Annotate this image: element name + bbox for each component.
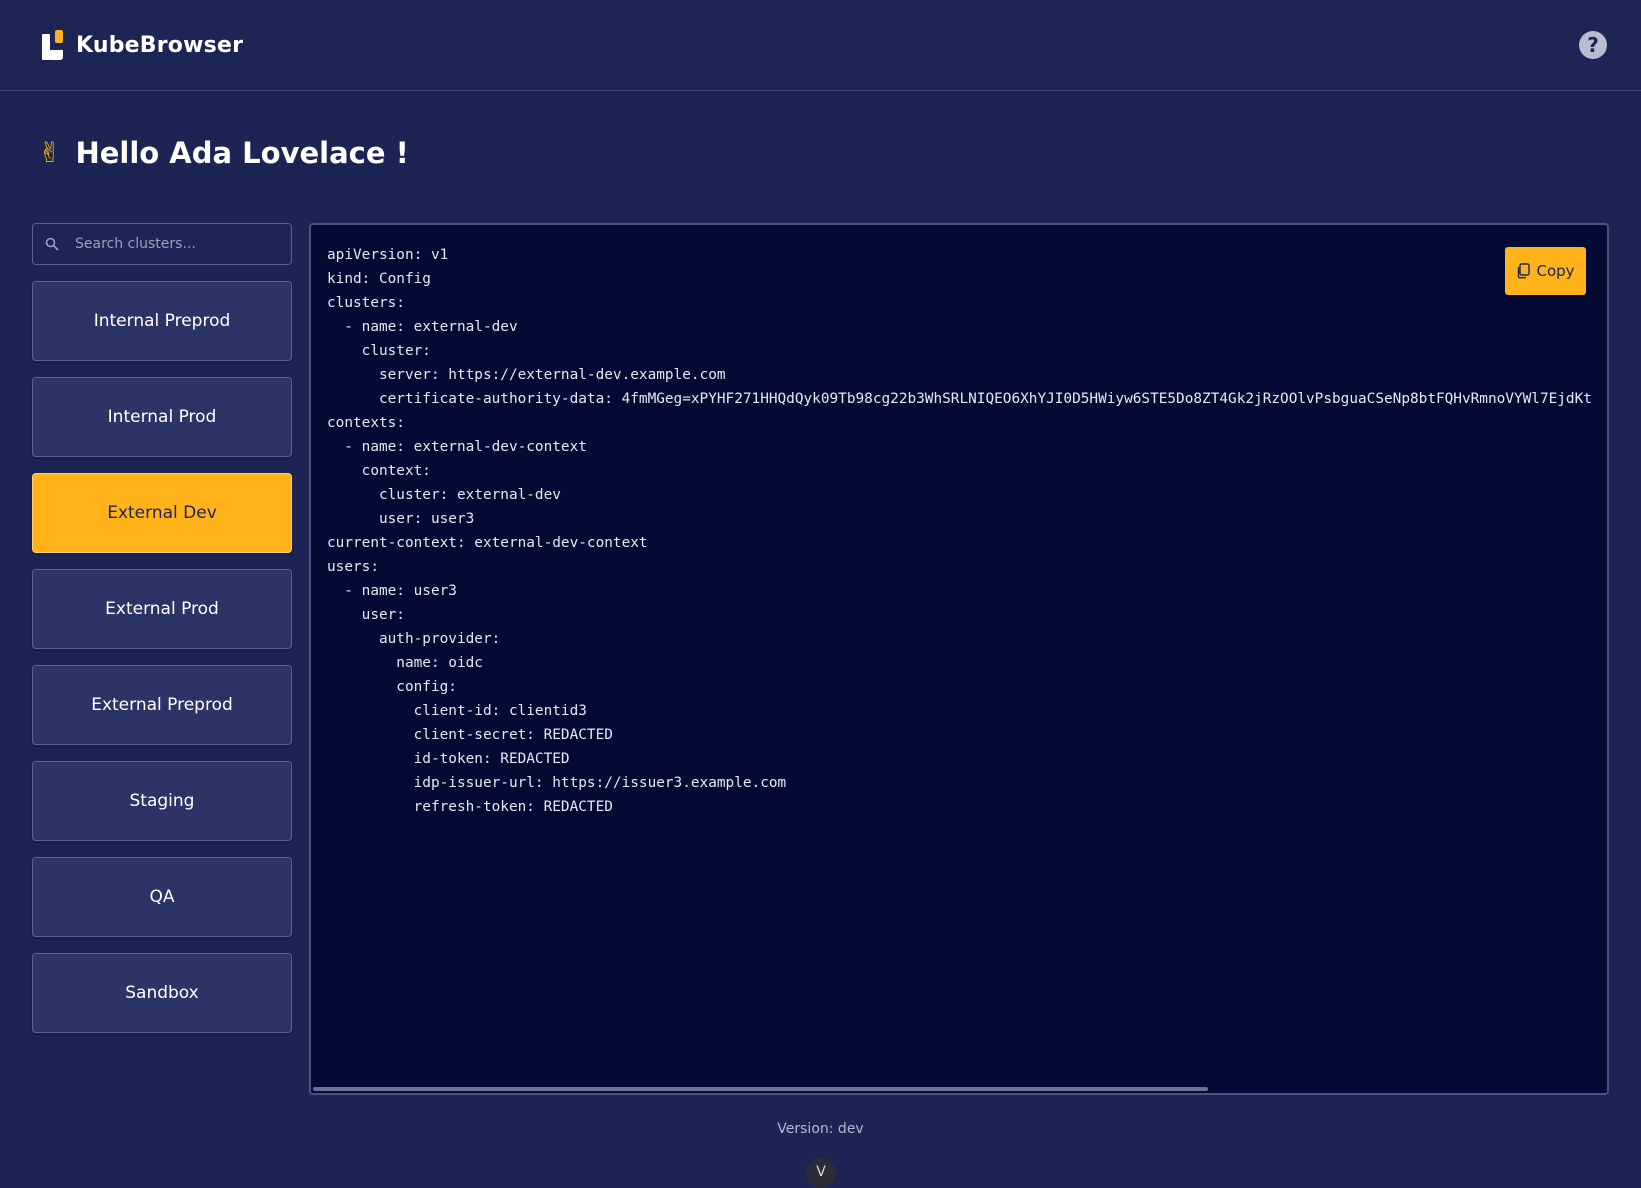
cluster-button-external-prod[interactable]: External Prod (32, 569, 292, 649)
kubebrowser-logo-icon (42, 28, 66, 62)
cluster-button-qa[interactable]: QA (32, 857, 292, 937)
cluster-button-staging[interactable]: Staging (32, 761, 292, 841)
cluster-button-sandbox[interactable]: Sandbox (32, 953, 292, 1033)
scrollbar-thumb[interactable] (313, 1087, 1208, 1091)
app-name: KubeBrowser (76, 32, 244, 58)
copy-icon (1518, 263, 1531, 279)
search-input[interactable] (73, 235, 283, 253)
cluster-button-external-preprod[interactable]: External Preprod (32, 665, 292, 745)
greeting-text: Hello Ada Lovelace ! (75, 136, 409, 170)
app-header: KubeBrowser ? (0, 0, 1641, 91)
copy-button[interactable]: Copy (1505, 247, 1586, 295)
victory-hand-icon: ✌ (38, 136, 62, 169)
kubeconfig-yaml[interactable]: apiVersion: v1 kind: Config clusters: - … (327, 243, 1592, 819)
greeting: ✌ Hello Ada Lovelace ! (38, 136, 409, 170)
horizontal-scrollbar[interactable] (311, 1086, 1607, 1093)
cluster-search (32, 223, 292, 265)
version-text: Version: dev (777, 1121, 864, 1137)
cluster-sidebar: Internal Preprod Internal Prod External … (32, 223, 292, 1049)
search-icon (45, 237, 59, 251)
cluster-button-internal-prod[interactable]: Internal Prod (32, 377, 292, 457)
cluster-list: Internal Preprod Internal Prod External … (32, 281, 292, 1033)
help-icon[interactable]: ? (1579, 31, 1607, 59)
cluster-button-external-dev[interactable]: External Dev (32, 473, 292, 553)
copy-label: Copy (1536, 262, 1575, 280)
kubeconfig-panel[interactable]: apiVersion: v1 kind: Config clusters: - … (309, 223, 1609, 1095)
cluster-button-internal-preprod[interactable]: Internal Preprod (32, 281, 292, 361)
app-logo[interactable]: KubeBrowser (42, 28, 243, 62)
